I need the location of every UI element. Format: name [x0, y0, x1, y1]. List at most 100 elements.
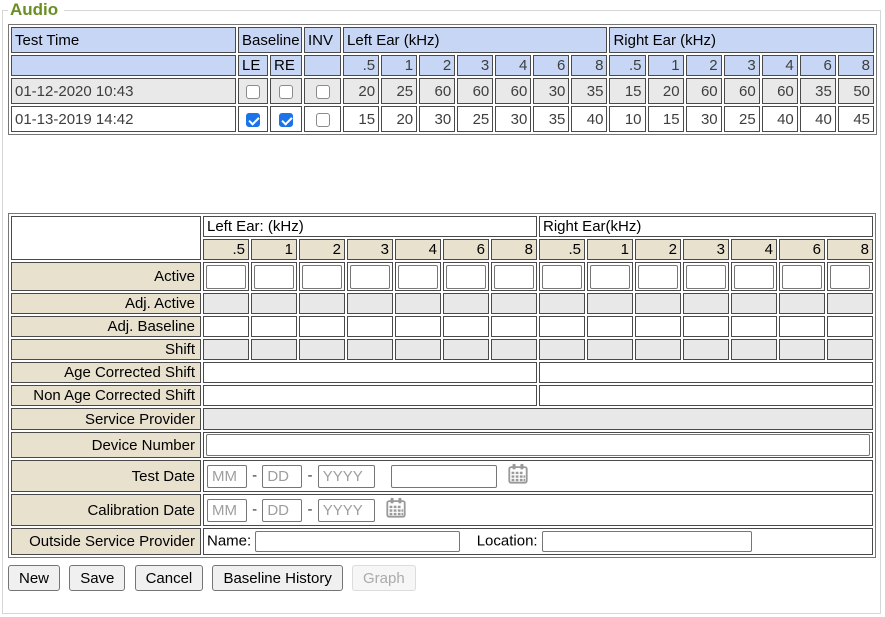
row-adj-baseline-cell [251, 316, 297, 337]
date-separator: - [308, 501, 313, 518]
row-test-date: Test Date - - [11, 460, 873, 492]
test-date-year-input[interactable] [318, 465, 375, 488]
active-threshold-input[interactable] [782, 265, 822, 289]
col-re: RE [270, 55, 302, 76]
calendar-icon[interactable] [507, 463, 529, 489]
row-adj-baseline-cell [683, 316, 729, 337]
baseline-le-checkbox[interactable] [246, 85, 260, 99]
row-calibration-date: Calibration Date - - [11, 494, 873, 526]
test-date-month-input[interactable] [207, 465, 247, 488]
freq-header: 3 [347, 239, 393, 260]
row-shift-cell [587, 339, 633, 360]
col-right-ear: Right Ear(kHz) [539, 216, 873, 237]
active-threshold-input[interactable] [350, 265, 390, 289]
row-adj-baseline-cell [203, 316, 249, 337]
row-adj-active-cell [731, 293, 777, 314]
calibration-date-month-input[interactable] [207, 499, 247, 522]
active-threshold-input[interactable] [734, 265, 774, 289]
row-label-shift: Shift [11, 339, 201, 360]
blank-header-cell [11, 216, 201, 260]
audio-section: Audio Test Time Baseline INV Left Ear (k… [2, 0, 881, 614]
save-button[interactable]: Save [69, 565, 125, 591]
freq-header: 3 [683, 239, 729, 260]
threshold-value: 60 [724, 78, 760, 104]
test-date-day-input[interactable] [262, 465, 302, 488]
active-threshold-input[interactable] [542, 265, 582, 289]
freq-header: 4 [395, 239, 441, 260]
service-provider-value [203, 408, 873, 430]
active-threshold-input[interactable] [398, 265, 438, 289]
row-adj-baseline: Adj. Baseline [11, 316, 873, 337]
outside-provider-location-input[interactable] [542, 531, 752, 552]
col-inv: INV [304, 27, 341, 53]
test-time-value: 01-13-2019 14:42 [11, 106, 236, 132]
row-shift-cell [203, 339, 249, 360]
active-threshold-input[interactable] [254, 265, 294, 289]
section-title: Audio [8, 0, 64, 20]
active-cell [395, 262, 441, 291]
freq-header: 2 [299, 239, 345, 260]
row-shift-cell [683, 339, 729, 360]
row-adj-active-cell [635, 293, 681, 314]
threshold-value: 60 [495, 78, 531, 104]
graph-button: Graph [352, 565, 416, 591]
freq-header: 4 [495, 55, 531, 76]
calibration-date-year-input[interactable] [318, 499, 375, 522]
inv-checkbox[interactable] [316, 85, 330, 99]
active-threshold-input[interactable] [302, 265, 342, 289]
row-shift-cell [491, 339, 537, 360]
baseline-history-button[interactable]: Baseline History [212, 565, 342, 591]
history-row: 01-13-2019 14:42152030253035401015302540… [11, 106, 874, 132]
row-adj-active-cell [251, 293, 297, 314]
baseline-le-checkbox-cell [238, 78, 268, 104]
non-age-corrected-shift-left-value [203, 385, 537, 406]
calendar-icon[interactable] [385, 497, 407, 523]
freq-header: 1 [587, 239, 633, 260]
baseline-re-checkbox-cell [270, 106, 302, 132]
baseline-re-checkbox[interactable] [279, 85, 293, 99]
row-adj-baseline-cell [539, 316, 585, 337]
row-age-corrected-shift: Age Corrected Shift [11, 362, 873, 383]
freq-header: 1 [381, 55, 417, 76]
row-adj-baseline-cell [635, 316, 681, 337]
threshold-value: 20 [381, 106, 417, 132]
freq-header: 1 [648, 55, 684, 76]
active-threshold-input[interactable] [494, 265, 534, 289]
audio-history-table: Test Time Baseline INV Left Ear (kHz) Ri… [8, 24, 877, 135]
row-shift-cell [731, 339, 777, 360]
baseline-re-checkbox[interactable] [279, 113, 293, 127]
row-label-calibration-date: Calibration Date [11, 494, 201, 526]
col-le: LE [238, 55, 268, 76]
active-threshold-input[interactable] [830, 265, 870, 289]
row-active: Active [11, 262, 873, 291]
baseline-le-checkbox[interactable] [246, 113, 260, 127]
test-date-display-input[interactable] [391, 465, 497, 488]
freq-header: 6 [779, 239, 825, 260]
row-shift: Shift [11, 339, 873, 360]
active-threshold-input[interactable] [638, 265, 678, 289]
freq-header: 6 [800, 55, 836, 76]
active-threshold-input[interactable] [446, 265, 486, 289]
row-adj-active-cell [683, 293, 729, 314]
outside-provider-name-input[interactable] [255, 531, 460, 552]
active-threshold-input[interactable] [206, 265, 246, 289]
threshold-value: 15 [343, 106, 379, 132]
row-label-adj-baseline: Adj. Baseline [11, 316, 201, 337]
active-threshold-input[interactable] [590, 265, 630, 289]
new-button[interactable]: New [8, 565, 60, 591]
blank-header-cell [11, 55, 236, 76]
active-cell [587, 262, 633, 291]
row-adj-baseline-cell [347, 316, 393, 337]
active-threshold-input[interactable] [686, 265, 726, 289]
freq-header: 6 [533, 55, 569, 76]
threshold-value: 35 [533, 106, 569, 132]
row-label-outside-service-provider: Outside Service Provider [11, 528, 201, 555]
device-number-input[interactable] [206, 434, 870, 456]
calibration-date-day-input[interactable] [262, 499, 302, 522]
freq-header: 3 [457, 55, 493, 76]
freq-header: 8 [571, 55, 607, 76]
inv-checkbox[interactable] [316, 113, 330, 127]
cancel-button[interactable]: Cancel [135, 565, 204, 591]
threshold-value: 60 [762, 78, 798, 104]
age-corrected-shift-right-value [539, 362, 873, 383]
